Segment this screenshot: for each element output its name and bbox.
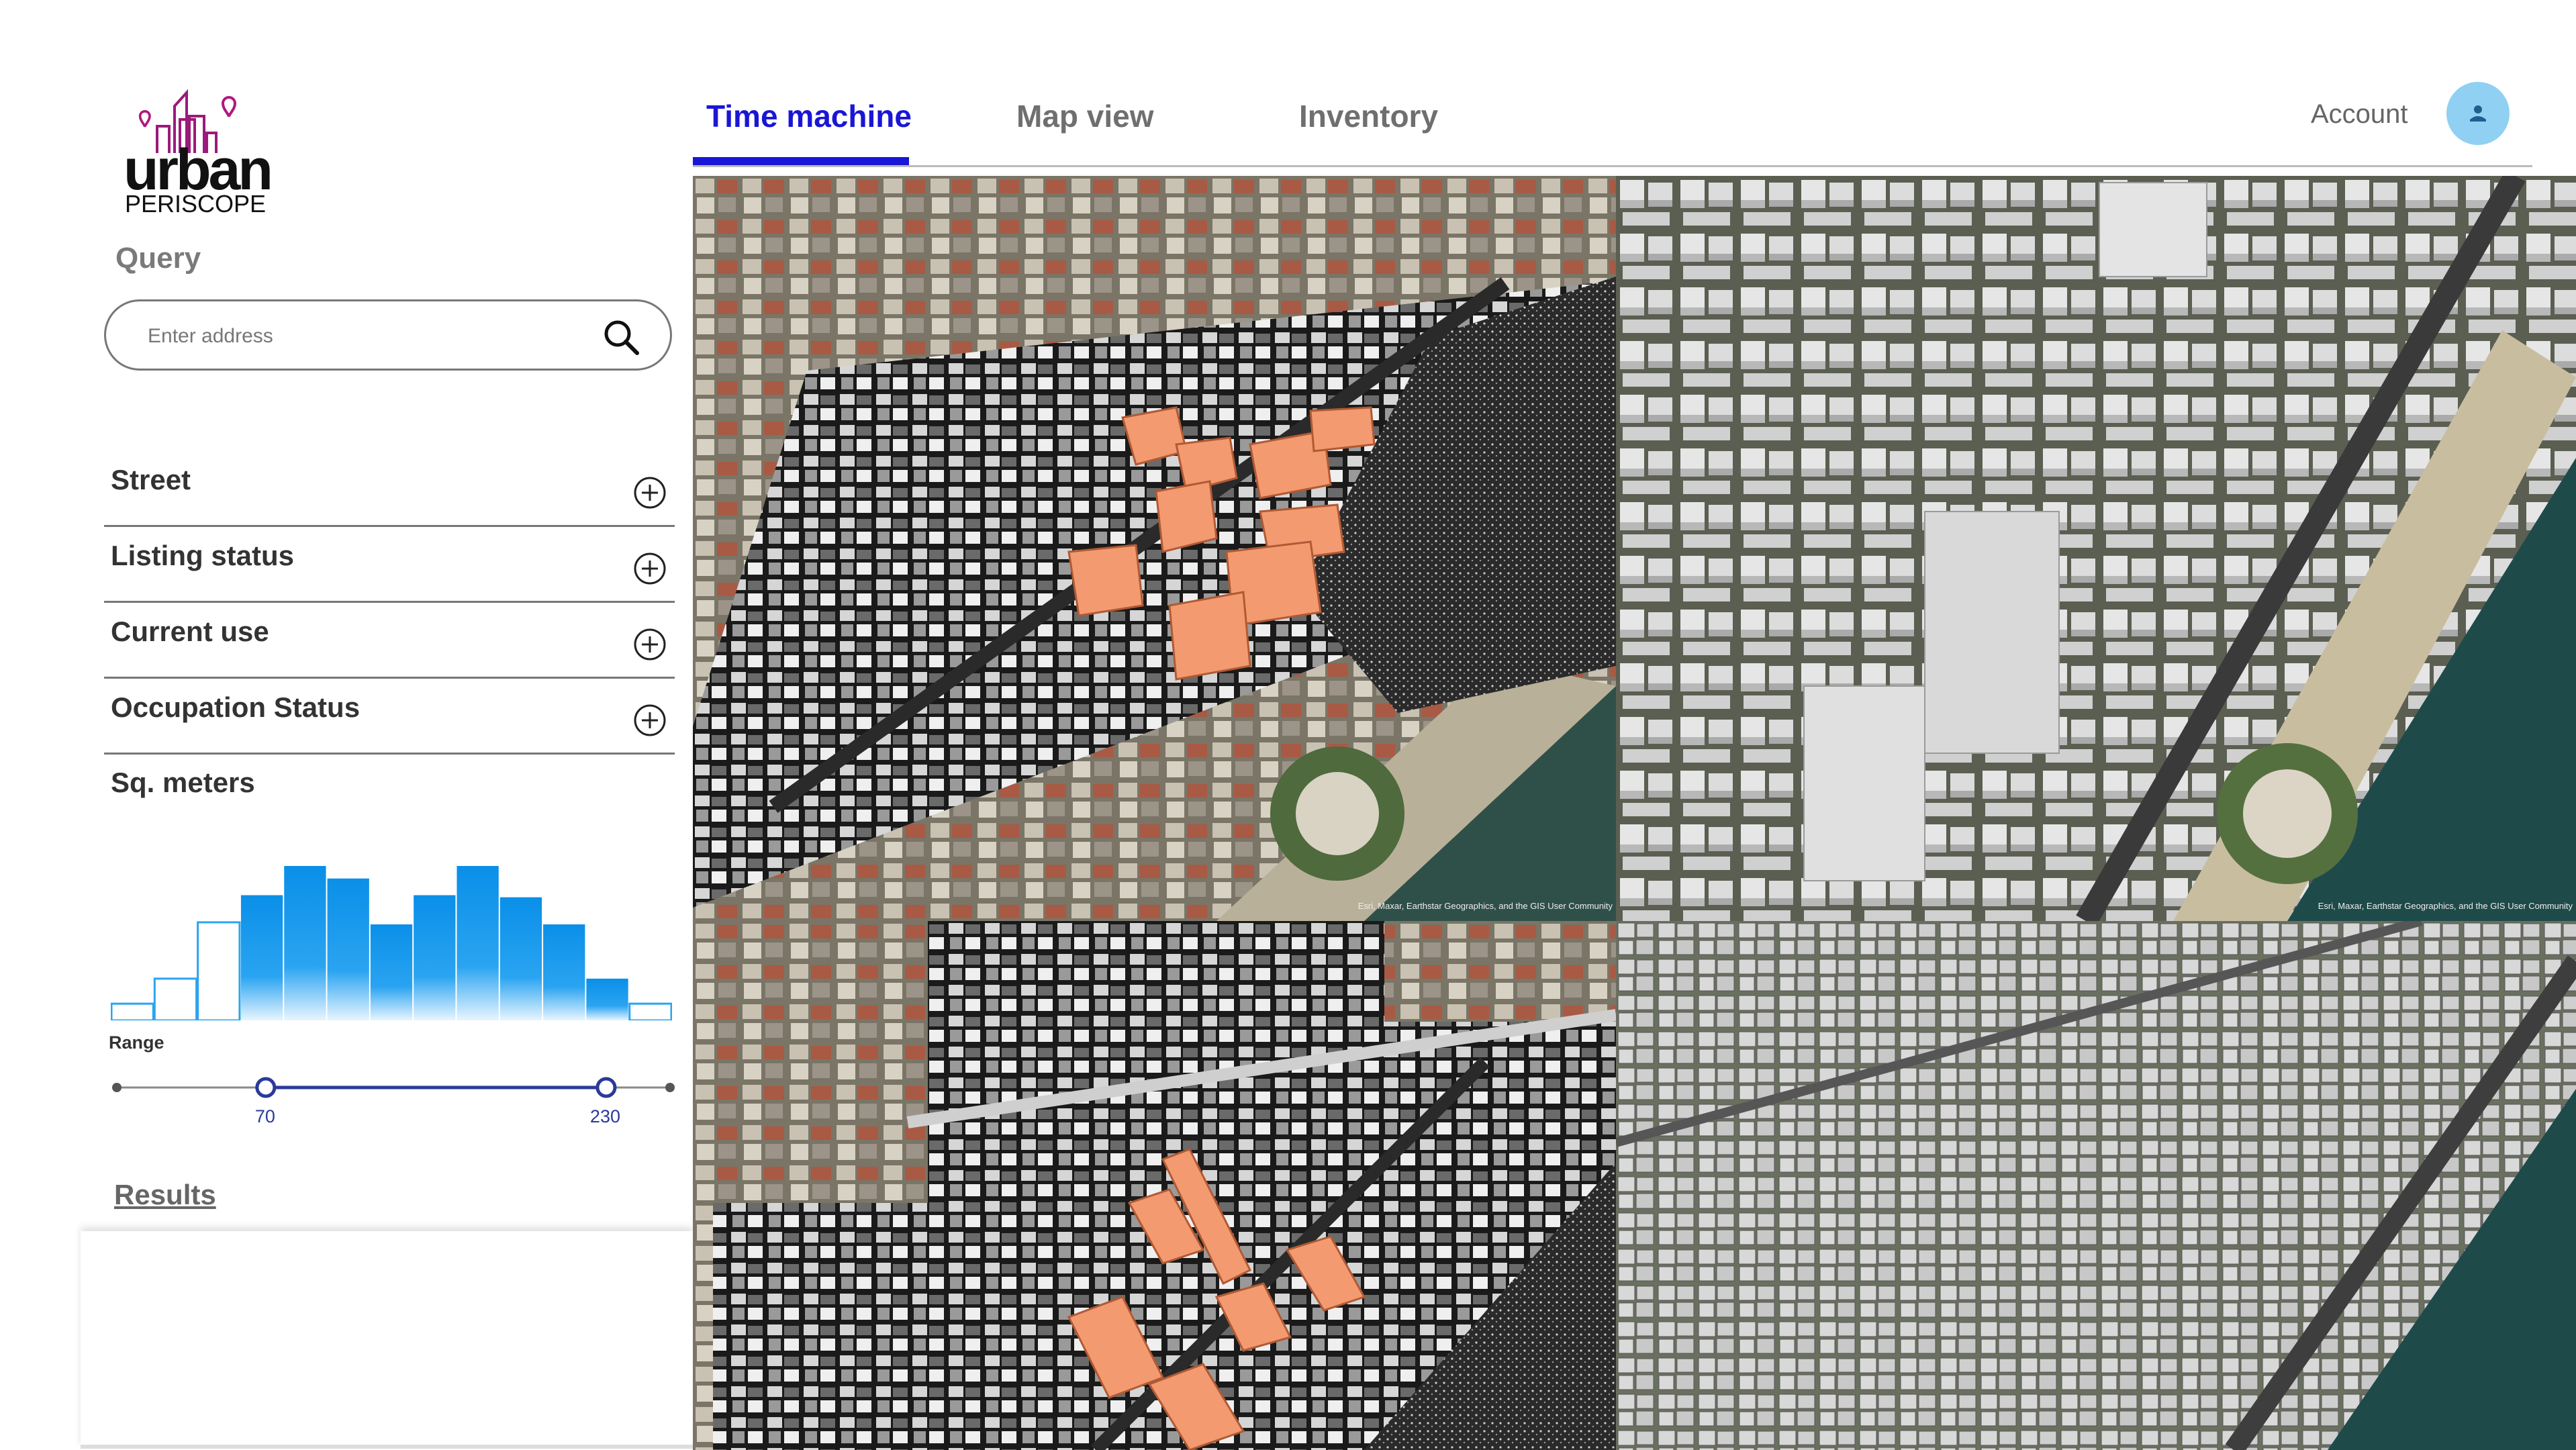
range-label: Range <box>109 1032 164 1053</box>
sq-meters-heading: Sq. meters <box>111 767 255 798</box>
expand-plus-icon[interactable] <box>633 704 667 737</box>
slider-high-handle[interactable] <box>595 1077 617 1098</box>
slider-high-value: 230 <box>589 1106 620 1126</box>
slider-min-end <box>112 1083 122 1092</box>
filter-current-use[interactable]: Current use <box>104 601 675 679</box>
map-attribution: Esri, Maxar, Earthstar Geographics, and … <box>2318 901 2573 911</box>
histogram-bar <box>153 977 198 1020</box>
slider-low-handle[interactable] <box>255 1077 277 1098</box>
slider-max-end <box>665 1083 675 1092</box>
app-logo[interactable]: urban PERISCOPE <box>122 79 283 218</box>
query-heading: Query <box>115 242 201 275</box>
building-footprints-map <box>1616 921 2576 1450</box>
map-tile-historic-aerial[interactable]: Esri, Maxar, Earthstar Geographics, and … <box>693 176 1616 921</box>
expand-plus-icon[interactable] <box>633 552 667 585</box>
address-search <box>104 299 672 371</box>
histogram-bar <box>457 866 499 1020</box>
histogram-bar <box>284 866 326 1020</box>
logo-subtitle: PERISCOPE <box>125 190 267 218</box>
tab-map-view[interactable]: Map view <box>1016 98 1154 134</box>
histogram-bar <box>197 921 241 1020</box>
histogram-bar <box>240 895 283 1020</box>
account-link[interactable]: Account <box>2311 99 2408 130</box>
account-avatar[interactable] <box>2446 82 2510 145</box>
histogram-bar <box>111 1002 154 1020</box>
3d-buildings-map: Esri, Maxar, Earthstar Geographics, and … <box>1616 176 2576 921</box>
sidebar: urban PERISCOPE Query Street Listing sta… <box>0 0 693 1450</box>
histogram-bar <box>414 895 456 1020</box>
filter-occupation-status-label: Occupation Status <box>111 691 361 723</box>
filter-street-label: Street <box>111 464 191 495</box>
historic-plan-map <box>693 921 1616 1450</box>
map-attribution: Esri, Maxar, Earthstar Geographics, and … <box>1358 901 1613 911</box>
histogram-bar <box>543 924 585 1020</box>
filter-listing-status-label: Listing status <box>111 540 295 571</box>
results-link[interactable]: Results <box>114 1179 216 1211</box>
map-tile-3d-buildings[interactable]: Esri, Maxar, Earthstar Geographics, and … <box>1616 176 2576 921</box>
histogram-bar <box>327 878 369 1020</box>
map-tile-historic-plan[interactable] <box>693 921 1616 1450</box>
map-tile-building-footprints[interactable] <box>1616 921 2576 1450</box>
histogram-bar <box>370 924 413 1020</box>
header-divider <box>693 165 2532 167</box>
map-comparison-grid: Esri, Maxar, Earthstar Geographics, and … <box>693 176 2576 1450</box>
top-nav: Time machine Map view Inventory Account <box>693 0 2576 176</box>
filter-listing-status[interactable]: Listing status <box>104 525 675 603</box>
histogram-bar <box>628 1002 672 1020</box>
expand-plus-icon[interactable] <box>633 628 667 661</box>
search-icon[interactable] <box>602 318 640 356</box>
address-search-input[interactable] <box>146 320 579 352</box>
user-icon <box>2470 105 2486 122</box>
histogram-bar <box>499 897 542 1020</box>
histogram-bar <box>586 978 628 1020</box>
slider-low-value: 70 <box>254 1106 275 1126</box>
expand-plus-icon[interactable] <box>633 476 667 510</box>
historic-aerial-map: Esri, Maxar, Earthstar Geographics, and … <box>693 176 1616 921</box>
sq-meters-histogram <box>111 866 672 1020</box>
filter-current-use-label: Current use <box>111 616 269 647</box>
tab-time-machine[interactable]: Time machine <box>706 98 912 134</box>
filter-occupation-status[interactable]: Occupation Status <box>104 677 675 755</box>
filter-street[interactable]: Street <box>104 449 675 527</box>
sq-meters-range-slider[interactable]: 70 230 <box>107 1067 678 1128</box>
results-panel <box>81 1231 693 1449</box>
tab-inventory[interactable]: Inventory <box>1299 98 1438 134</box>
